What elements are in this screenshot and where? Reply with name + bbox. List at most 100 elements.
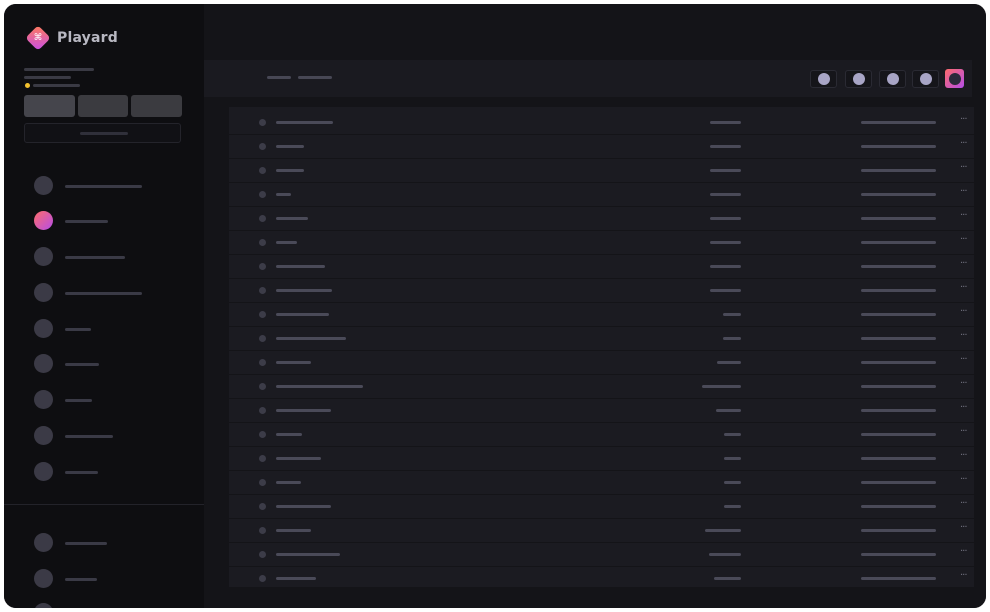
row-status-icon	[259, 335, 266, 342]
row-status-icon	[259, 431, 266, 438]
row-meta-placeholder	[861, 289, 936, 292]
row-name-placeholder	[276, 145, 304, 148]
more-dots-icon[interactable]: ···	[960, 546, 974, 558]
row-status-icon	[259, 167, 266, 174]
row-status-icon	[259, 455, 266, 462]
more-dots-icon[interactable]: ···	[960, 474, 974, 486]
table-row[interactable]: ···	[229, 303, 974, 327]
more-dots-icon[interactable]: ···	[960, 114, 974, 126]
segment-1[interactable]	[24, 95, 75, 117]
sidebar-action-button[interactable]	[24, 123, 181, 143]
nav-label-placeholder	[65, 542, 107, 545]
table-row[interactable]: ···	[229, 543, 974, 567]
table-row[interactable]: ···	[229, 399, 974, 423]
nav-item-2-active[interactable]	[34, 210, 199, 232]
sidebar-segmented-control	[24, 95, 183, 117]
table-row[interactable]: ···	[229, 183, 974, 207]
items-table: ··· ··· ··· ··· ··· ··· ··· ··· ··· ··· ··· ··· ··· ·…	[229, 107, 974, 591]
nav-item-3[interactable]	[34, 246, 199, 268]
nav-circle-icon	[34, 533, 53, 552]
table-row[interactable]: ···	[229, 279, 974, 303]
row-status-icon	[259, 311, 266, 318]
table-row[interactable]: ···	[229, 567, 974, 591]
row-value-placeholder	[710, 217, 741, 220]
table-row[interactable]: ···	[229, 135, 974, 159]
table-row[interactable]: ···	[229, 231, 974, 255]
more-dots-icon[interactable]: ···	[960, 354, 974, 366]
row-name-placeholder	[276, 529, 311, 532]
row-value-placeholder	[723, 337, 741, 340]
row-meta-placeholder	[861, 121, 936, 124]
toolbar-button-4[interactable]	[912, 70, 939, 88]
more-dots-icon[interactable]: ···	[960, 234, 974, 246]
nav-item-1[interactable]	[34, 175, 199, 197]
table-row[interactable]: ···	[229, 375, 974, 399]
table-row[interactable]: ···	[229, 351, 974, 375]
more-dots-icon[interactable]: ···	[960, 162, 974, 174]
brand[interactable]: ⌘ Playard	[25, 25, 118, 51]
more-dots-icon[interactable]: ···	[960, 402, 974, 414]
row-value-placeholder	[724, 505, 741, 508]
nav-item-6[interactable]	[34, 353, 199, 375]
more-dots-icon[interactable]: ···	[960, 426, 974, 438]
more-dots-icon[interactable]: ···	[960, 306, 974, 318]
breadcrumb-part-2-placeholder[interactable]	[298, 76, 332, 79]
more-dots-icon[interactable]: ···	[960, 378, 974, 390]
row-status-icon	[259, 575, 266, 582]
breadcrumb-part-1-placeholder[interactable]	[267, 76, 291, 79]
row-status-icon	[259, 503, 266, 510]
row-value-placeholder	[710, 289, 741, 292]
app-window: ⌘ Playard ··· ··· ··· ··· ··· ··· ··· ··…	[4, 4, 986, 608]
more-dots-icon[interactable]: ···	[960, 186, 974, 198]
nav-item-5[interactable]	[34, 318, 199, 340]
nav-item-10[interactable]	[34, 532, 199, 554]
row-meta-placeholder	[861, 505, 936, 508]
table-row[interactable]: ···	[229, 255, 974, 279]
row-status-icon	[259, 215, 266, 222]
sidebar-action-label-placeholder	[80, 132, 128, 135]
toolbar-button-2[interactable]	[845, 70, 872, 88]
sidebar: ⌘ Playard	[4, 4, 204, 608]
row-status-icon	[259, 383, 266, 390]
more-dots-icon[interactable]: ···	[960, 138, 974, 150]
nav-label-placeholder	[65, 292, 142, 295]
row-name-placeholder	[276, 289, 332, 292]
table-row[interactable]: ···	[229, 495, 974, 519]
nav-item-9[interactable]	[34, 461, 199, 483]
toolbar-button-3[interactable]	[879, 70, 906, 88]
more-dots-icon[interactable]: ···	[960, 450, 974, 462]
more-dots-icon[interactable]: ···	[960, 210, 974, 222]
nav-circle-icon	[34, 319, 53, 338]
segment-2[interactable]	[77, 95, 129, 117]
row-name-placeholder	[276, 217, 308, 220]
row-value-placeholder	[714, 577, 741, 580]
more-dots-icon[interactable]: ···	[960, 522, 974, 534]
more-dots-icon[interactable]: ···	[960, 258, 974, 270]
more-dots-icon[interactable]: ···	[960, 498, 974, 510]
table-row[interactable]: ···	[229, 159, 974, 183]
table-row[interactable]: ···	[229, 519, 974, 543]
sidebar-divider	[4, 504, 204, 505]
table-row[interactable]: ···	[229, 327, 974, 351]
nav-item-12[interactable]	[34, 602, 199, 608]
user-avatar-button[interactable]	[945, 69, 964, 88]
nav-item-4[interactable]	[34, 282, 199, 304]
nav-item-11[interactable]	[34, 568, 199, 590]
row-name-placeholder	[276, 433, 302, 436]
nav-item-8[interactable]	[34, 425, 199, 447]
table-row[interactable]: ···	[229, 207, 974, 231]
more-dots-icon[interactable]: ···	[960, 330, 974, 342]
toolbar-button-1[interactable]	[810, 70, 837, 88]
table-row[interactable]: ···	[229, 471, 974, 495]
row-status-icon	[259, 143, 266, 150]
nav-item-7[interactable]	[34, 389, 199, 411]
nav-label-placeholder	[65, 256, 125, 259]
segment-3[interactable]	[131, 95, 183, 117]
table-row[interactable]: ···	[229, 423, 974, 447]
more-dots-icon[interactable]: ···	[960, 570, 974, 582]
status-text-placeholder	[33, 84, 80, 87]
table-row[interactable]: ···	[229, 111, 974, 135]
nav-label-placeholder	[65, 435, 113, 438]
more-dots-icon[interactable]: ···	[960, 282, 974, 294]
table-row[interactable]: ···	[229, 447, 974, 471]
